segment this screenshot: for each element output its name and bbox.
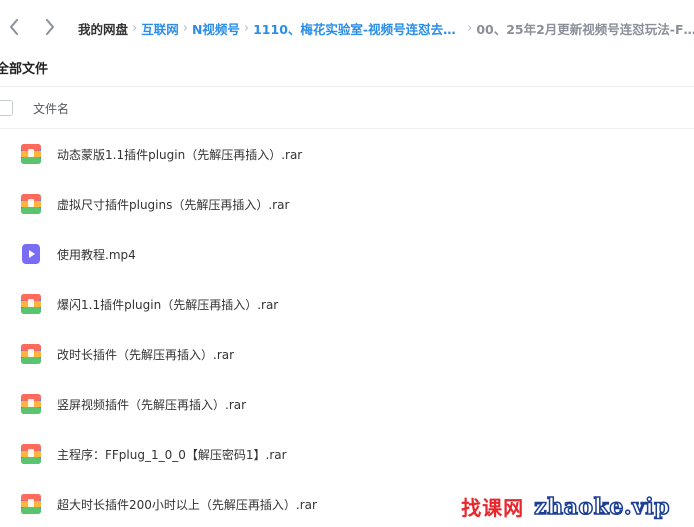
select-all-checkbox[interactable] xyxy=(0,100,13,116)
file-name[interactable]: 虚拟尺寸插件plugins（先解压再插入）.rar xyxy=(57,196,289,213)
file-row[interactable]: 主程序：FFplug_1_0_0【解压密码1】.rar xyxy=(0,430,694,480)
file-manager: 我的网盘 › 互联网 › N视频号 › 1110、梅花实验室-视频号连怼去重玩法… xyxy=(0,0,694,527)
rar-archive-icon xyxy=(21,444,41,464)
back-button[interactable] xyxy=(4,17,24,37)
breadcrumb-separator-icon: › xyxy=(182,20,188,36)
file-name[interactable]: 爆闪1.1插件plugin（先解压再插入）.rar xyxy=(57,296,278,313)
file-row[interactable]: 爆闪1.1插件plugin（先解压再插入）.rar xyxy=(0,280,694,330)
column-header: 文件名 xyxy=(0,88,694,129)
breadcrumb-item-current[interactable]: 00、25年2月更新视频号连怼玩法-FFplug xyxy=(476,19,694,38)
file-row[interactable]: 使用教程.mp4 xyxy=(0,230,694,280)
breadcrumb-separator-icon: › xyxy=(132,20,138,36)
top-navigation: 我的网盘 › 互联网 › N视频号 › 1110、梅花实验室-视频号连怼去重玩法… xyxy=(0,0,694,56)
chevron-left-icon xyxy=(10,19,18,35)
breadcrumb-item-n-video[interactable]: N视频号 xyxy=(192,19,240,38)
breadcrumb-separator-icon: › xyxy=(467,20,473,36)
video-file-icon xyxy=(22,244,40,264)
rar-archive-icon xyxy=(21,394,41,414)
forward-button[interactable] xyxy=(40,17,60,37)
file-name[interactable]: 超大时长插件200小时以上（先解压再插入）.rar xyxy=(57,496,317,513)
watermark-en: zhaoke.vip xyxy=(533,493,670,521)
watermark: 找课网 zhaoke.vip xyxy=(461,492,670,521)
file-name[interactable]: 使用教程.mp4 xyxy=(57,246,136,263)
chevron-right-icon xyxy=(46,19,54,35)
file-row[interactable]: 动态蒙版1.1插件plugin（先解压再插入）.rar xyxy=(0,130,694,180)
watermark-cn: 找课网 xyxy=(461,496,525,520)
file-name[interactable]: 竖屏视频插件（先解压再插入）.rar xyxy=(57,396,246,413)
file-name[interactable]: 改时长插件（先解压再插入）.rar xyxy=(57,346,234,363)
rar-archive-icon xyxy=(21,494,41,514)
rar-archive-icon xyxy=(21,144,41,164)
breadcrumb-item-meihua-lab[interactable]: 1110、梅花实验室-视频号连怼去重玩法 xyxy=(253,19,463,38)
breadcrumb-item-internet[interactable]: 互联网 xyxy=(141,19,179,38)
rar-archive-icon xyxy=(21,294,41,314)
section-title: 全部文件 xyxy=(0,62,49,77)
breadcrumb-root[interactable]: 我的网盘 xyxy=(78,19,128,38)
file-row[interactable]: 竖屏视频插件（先解压再插入）.rar xyxy=(0,380,694,430)
rar-archive-icon xyxy=(21,194,41,214)
breadcrumb: 我的网盘 › 互联网 › N视频号 › 1110、梅花实验室-视频号连怼去重玩法… xyxy=(78,18,694,38)
file-row[interactable]: 改时长插件（先解压再插入）.rar xyxy=(0,330,694,380)
file-row[interactable]: 虚拟尺寸插件plugins（先解压再插入）.rar xyxy=(0,180,694,230)
file-name[interactable]: 动态蒙版1.1插件plugin（先解压再插入）.rar xyxy=(57,146,302,163)
file-name[interactable]: 主程序：FFplug_1_0_0【解压密码1】.rar xyxy=(57,446,287,463)
divider xyxy=(0,86,694,87)
rar-archive-icon xyxy=(21,344,41,364)
breadcrumb-separator-icon: › xyxy=(243,20,250,36)
column-name-header[interactable]: 文件名 xyxy=(33,100,69,117)
